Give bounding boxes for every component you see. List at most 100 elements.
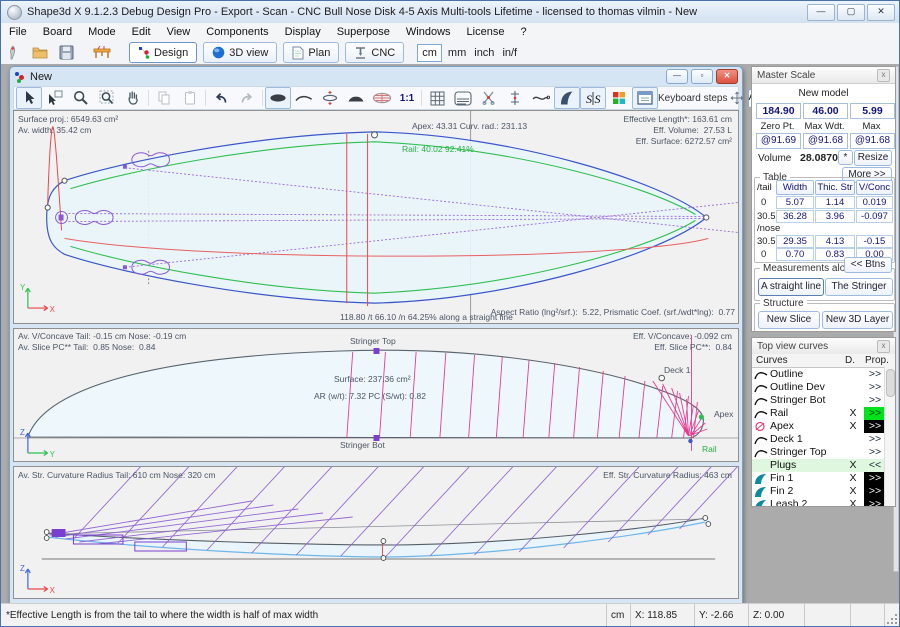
max-wdt-field[interactable]: @91.68 (803, 133, 848, 149)
model-name[interactable]: New model (752, 88, 895, 99)
measure-cross-icon[interactable] (502, 87, 528, 109)
table-cell[interactable]: 29.35 (776, 235, 814, 248)
thickness-field[interactable]: 5.99 (850, 103, 895, 119)
table-cell[interactable]: 5.07 (776, 196, 814, 209)
select-tool-icon[interactable] (16, 87, 42, 109)
prop-button[interactable]: >> (864, 433, 886, 446)
pan-tool-icon[interactable] (120, 87, 146, 109)
design-mode-button[interactable]: Design (129, 42, 197, 63)
maximize-button[interactable]: ▢ (837, 4, 865, 21)
prop-button[interactable]: >> (864, 485, 886, 498)
minimize-button[interactable]: — (807, 4, 835, 21)
prop-button[interactable]: << (864, 459, 886, 472)
star-button[interactable]: * (838, 150, 853, 165)
prop-button[interactable]: >> (864, 368, 886, 381)
cut-tool-icon[interactable] (476, 87, 502, 109)
plan-button[interactable]: Plan (283, 42, 339, 63)
palette-icon[interactable] (606, 87, 632, 109)
curves-caption[interactable]: Top view curves x (752, 338, 895, 355)
unit-inch[interactable]: inch (470, 47, 498, 59)
airbrush-icon[interactable] (3, 43, 25, 62)
board-grid-view-icon[interactable] (369, 87, 395, 109)
workbench-icon[interactable] (91, 43, 113, 62)
menu-view[interactable]: View (159, 25, 199, 39)
menu-board[interactable]: Board (35, 25, 80, 39)
zoom-tool-icon[interactable] (68, 87, 94, 109)
menu-edit[interactable]: Edit (124, 25, 159, 39)
curve-row-apex[interactable]: ApexX>> (752, 420, 895, 433)
doc-minimize-button[interactable]: — (666, 69, 688, 84)
table-cell[interactable]: 0.70 (776, 248, 814, 261)
unit-cm[interactable]: cm (417, 44, 442, 62)
curve-row-fin1[interactable]: Fin 1X>> (752, 472, 895, 485)
properties-window-icon[interactable] (632, 87, 658, 109)
grid-icon[interactable] (424, 87, 450, 109)
curve-row-leash[interactable]: Leash 2X>> (752, 498, 895, 507)
table-cell[interactable]: 36.28 (776, 210, 814, 223)
zoom-area-tool-icon[interactable] (94, 87, 120, 109)
s-curves-icon[interactable]: SS (580, 87, 606, 109)
new-3d-layer-button[interactable]: New 3D Layer (822, 311, 893, 329)
prop-button[interactable]: >> (864, 446, 886, 459)
menu-license[interactable]: License (459, 25, 513, 39)
curve-row-rail[interactable]: RailX>> (752, 407, 895, 420)
curve-measure-icon[interactable] (528, 87, 554, 109)
scrollbar-thumb[interactable] (886, 369, 895, 397)
menu-help[interactable]: ? (512, 25, 534, 39)
deck-view-icon[interactable] (343, 87, 369, 109)
curve-row-fin2[interactable]: Fin 2X>> (752, 485, 895, 498)
cnc-button[interactable]: CNC (345, 42, 404, 63)
open-folder-icon[interactable] (29, 43, 51, 62)
table-cell[interactable]: -0.15 (856, 235, 893, 248)
vconc-col-header[interactable]: V/Conc (856, 180, 893, 195)
btns-toggle-button[interactable]: << Btns (844, 257, 892, 273)
curve-row-outline-dev[interactable]: Outline Dev>> (752, 381, 895, 394)
curve-row-outline[interactable]: Outline>> (752, 368, 895, 381)
resize-button[interactable]: Resize (854, 150, 892, 166)
menu-windows[interactable]: Windows (398, 25, 459, 39)
redo-icon[interactable] (234, 87, 260, 109)
menu-file[interactable]: File (1, 25, 35, 39)
close-button[interactable]: ✕ (867, 4, 895, 21)
select-box-tool-icon[interactable] (42, 87, 68, 109)
curves-scrollbar[interactable] (884, 367, 895, 506)
move-steps-icon[interactable] (728, 87, 746, 109)
slice-view-icon[interactable] (317, 87, 343, 109)
prop-button[interactable]: >> (864, 472, 886, 485)
zero-pt-field[interactable]: @91.69 (756, 133, 801, 149)
menu-mode[interactable]: Mode (80, 25, 124, 39)
unit-inf[interactable]: in/f (498, 47, 521, 59)
profile-view-icon[interactable] (291, 87, 317, 109)
thickness-col-header[interactable]: Thic. Str (815, 180, 855, 195)
curve-row-plugs[interactable]: PlugsX<< (752, 459, 895, 472)
rocker-view-panel[interactable]: Z X Av. Str. Curvature Radius Tail: 610 … (13, 466, 739, 599)
save-icon[interactable] (55, 43, 77, 62)
close-icon[interactable]: x (877, 340, 890, 353)
scale-1to1-icon[interactable]: 1:1 (395, 87, 419, 109)
width-field[interactable]: 46.00 (803, 103, 848, 119)
resize-grip[interactable] (884, 604, 899, 626)
slices-panel-icon[interactable] (450, 87, 476, 109)
menu-display[interactable]: Display (277, 25, 329, 39)
doc-close-button[interactable]: ✕ (716, 69, 738, 84)
curve-row-deck1[interactable]: Deck 1>> (752, 433, 895, 446)
max-thck-field[interactable]: @91.68 (850, 133, 895, 149)
menu-components[interactable]: Components (198, 25, 276, 39)
curve-row-stringer-top[interactable]: Stringer Top>> (752, 446, 895, 459)
table-cell[interactable]: 4.13 (815, 235, 855, 248)
table-cell[interactable]: 3.96 (815, 210, 855, 223)
stringer-button[interactable]: The Stringer (825, 278, 893, 296)
table-cell[interactable]: 0.019 (856, 196, 893, 209)
paste-icon[interactable] (177, 87, 203, 109)
undo-icon[interactable] (208, 87, 234, 109)
prop-button[interactable]: >> (864, 420, 886, 433)
prop-button[interactable]: >> (864, 498, 886, 507)
prop-button[interactable]: >> (864, 381, 886, 394)
width-col-header[interactable]: Width (776, 180, 814, 195)
outline-view-icon[interactable] (265, 87, 291, 109)
table-cell[interactable]: -0.097 (856, 210, 893, 223)
prop-button[interactable]: >> (864, 407, 886, 420)
new-slice-button[interactable]: New Slice (758, 311, 820, 329)
straight-line-button[interactable]: A straight line (758, 278, 824, 296)
document-titlebar[interactable]: New — ▫ ✕ (10, 67, 742, 86)
